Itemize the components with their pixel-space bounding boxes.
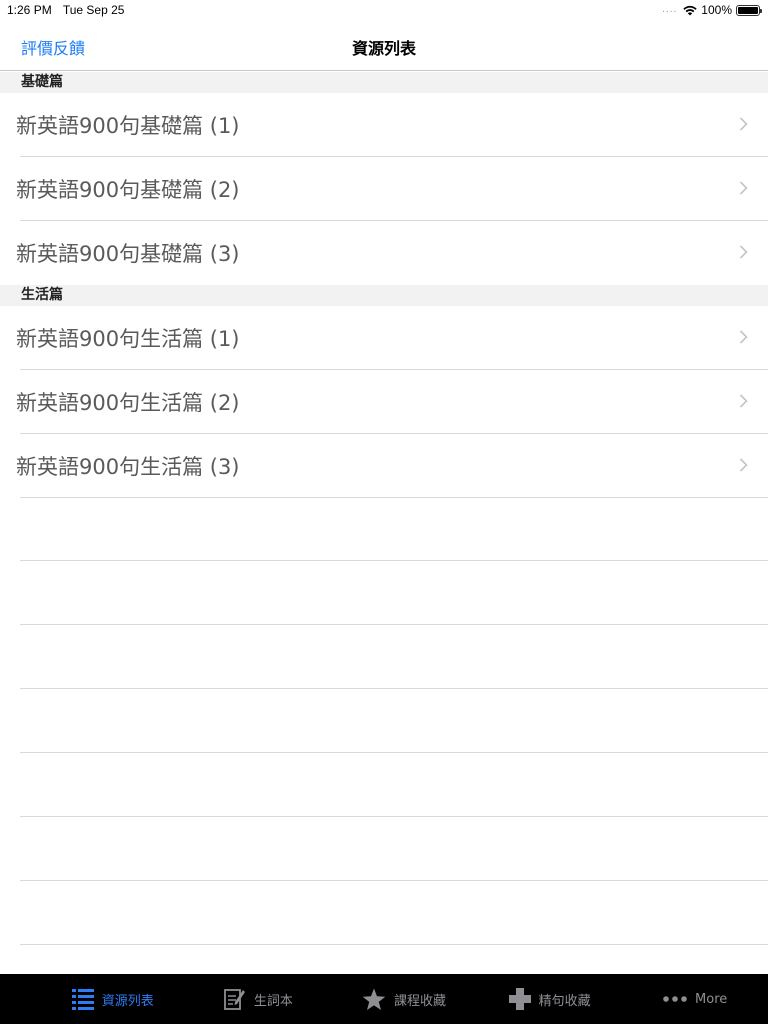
empty-row-divider <box>20 689 768 753</box>
empty-row-divider <box>20 817 768 881</box>
signal-icon: .... <box>662 3 678 15</box>
resource-list: 基礎篇 新英語900句基礎篇 (1) 新英語900句基礎篇 (2) 新英語900… <box>0 72 768 498</box>
list-icon <box>71 989 94 1010</box>
list-item[interactable]: 新英語900句基礎篇 (2) <box>0 157 768 221</box>
tab-course-favorites[interactable]: 課程收藏 <box>331 974 477 1024</box>
chevron-right-icon <box>739 117 748 131</box>
status-right: .... 100% <box>662 3 762 17</box>
list-item-label: 新英語900句生活篇 (3) <box>16 455 240 479</box>
list-item-label: 新英語900句基礎篇 (3) <box>16 242 240 266</box>
battery-percent: 100% <box>701 3 732 17</box>
section-header-life: 生活篇 <box>0 285 768 306</box>
tab-label: 課程收藏 <box>393 993 446 1009</box>
list-item[interactable]: 新英語900句生活篇 (1) <box>0 306 768 370</box>
empty-rows <box>0 497 768 945</box>
plus-icon <box>508 988 531 1010</box>
status-time: 1:26 PM <box>7 3 52 17</box>
list-item[interactable]: 新英語900句基礎篇 (3) <box>0 221 768 285</box>
navigation-bar: 評價反饋 資源列表 <box>0 20 768 71</box>
battery-icon <box>736 4 762 16</box>
star-icon <box>362 988 386 1010</box>
empty-row-divider <box>20 497 768 561</box>
empty-row-divider <box>20 625 768 689</box>
tab-label: 生詞本 <box>253 993 293 1009</box>
wifi-icon <box>683 5 697 15</box>
tab-label: 精句收藏 <box>538 993 591 1009</box>
status-date: Tue Sep 25 <box>62 3 125 17</box>
tab-label: More <box>695 991 728 1007</box>
chevron-right-icon <box>739 245 748 259</box>
list-item[interactable]: 新英語900句生活篇 (3) <box>0 434 768 498</box>
tab-bar: 資源列表 生詞本 課程收藏 精句收藏 More <box>0 974 768 1024</box>
chevron-right-icon <box>739 181 748 195</box>
list-item[interactable]: 新英語900句基礎篇 (1) <box>0 93 768 157</box>
chevron-right-icon <box>739 330 748 344</box>
chevron-right-icon <box>739 458 748 472</box>
list-item[interactable]: 新英語900句生活篇 (2) <box>0 370 768 434</box>
tab-vocabulary-book[interactable]: 生詞本 <box>186 974 332 1024</box>
list-item-label: 新英語900句基礎篇 (1) <box>16 114 240 138</box>
more-dots-icon <box>663 996 687 1002</box>
empty-row-divider <box>20 881 768 945</box>
chevron-right-icon <box>739 394 748 408</box>
app-root: 1:26 PM Tue Sep 25 .... 100% 評價反饋 資源列表 基… <box>0 0 768 1024</box>
list-item-label: 新英語900句生活篇 (1) <box>16 327 240 351</box>
list-item-label: 新英語900句生活篇 (2) <box>16 391 240 415</box>
empty-row-divider <box>20 753 768 817</box>
tab-more[interactable]: More <box>622 974 768 1024</box>
list-item-label: 新英語900句基礎篇 (2) <box>16 178 240 202</box>
status-left: 1:26 PM Tue Sep 25 <box>7 3 132 17</box>
notebook-edit-icon <box>223 989 245 1010</box>
section-header-basic: 基礎篇 <box>0 72 768 93</box>
tab-sentence-favorites[interactable]: 精句收藏 <box>477 974 623 1024</box>
empty-row-divider <box>20 561 768 625</box>
tab-label: 資源列表 <box>101 993 154 1009</box>
page-title: 資源列表 <box>351 39 416 58</box>
status-bar: 1:26 PM Tue Sep 25 .... 100% <box>0 0 768 20</box>
tab-resource-list[interactable]: 資源列表 <box>0 974 186 1024</box>
